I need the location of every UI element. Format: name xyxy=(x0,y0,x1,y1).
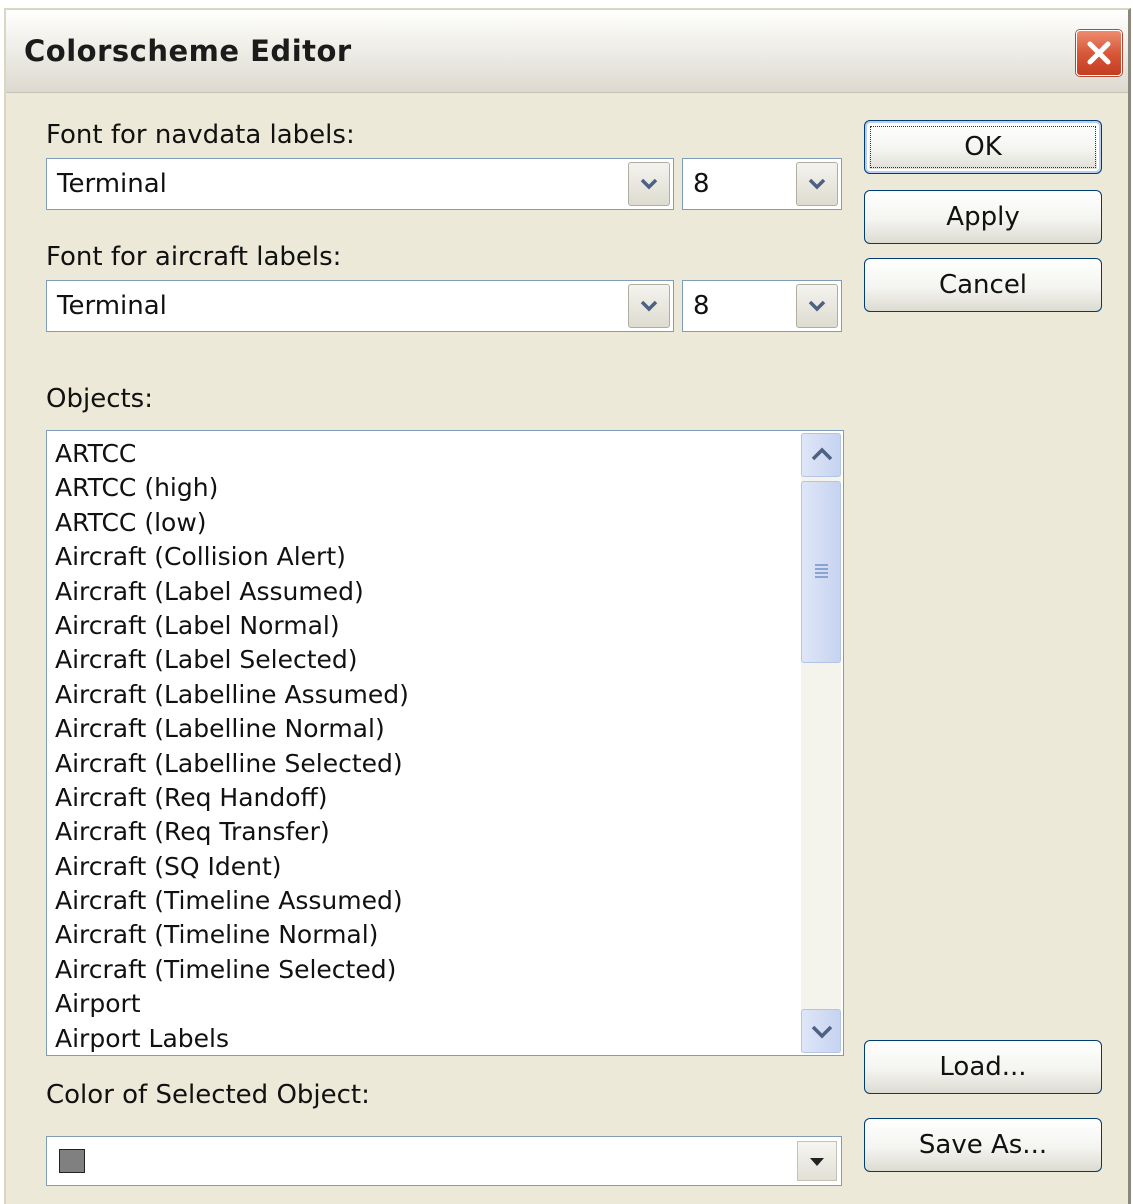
navdata-font-dropdown-button[interactable] xyxy=(628,162,670,206)
color-swatch xyxy=(59,1149,85,1173)
cancel-button[interactable]: Cancel xyxy=(864,258,1102,312)
title-bar[interactable]: Colorscheme Editor xyxy=(6,10,1128,93)
list-item[interactable]: Aircraft (Timeline Selected) xyxy=(55,953,795,987)
scroll-down-button[interactable] xyxy=(801,1009,841,1053)
grip-icon xyxy=(815,564,828,578)
focus-rect xyxy=(870,126,1096,168)
cancel-button-label: Cancel xyxy=(938,270,1028,300)
list-item[interactable]: Aircraft (Labelline Assumed) xyxy=(55,678,795,712)
aircraft-size-select[interactable]: 8 xyxy=(682,280,842,332)
colorscheme-editor-dialog: Colorscheme Editor Font for navdata labe… xyxy=(4,8,1131,1204)
list-item[interactable]: Airport Labels xyxy=(55,1022,795,1055)
list-item[interactable]: Aircraft (Labelline Selected) xyxy=(55,747,795,781)
navdata-font-value: Terminal xyxy=(57,169,167,199)
navdata-font-label: Font for navdata labels: xyxy=(46,120,355,150)
list-item[interactable]: Aircraft (Req Transfer) xyxy=(55,815,795,849)
navdata-size-dropdown-button[interactable] xyxy=(796,162,838,206)
chevron-down-icon xyxy=(811,1025,833,1039)
selected-color-label: Color of Selected Object: xyxy=(46,1080,370,1110)
list-item[interactable]: Aircraft (Label Selected) xyxy=(55,643,795,677)
apply-button-label: Apply xyxy=(946,202,1020,232)
navdata-size-value: 8 xyxy=(693,169,710,199)
chevron-down-icon xyxy=(808,300,826,312)
close-icon xyxy=(1087,41,1111,65)
close-button[interactable] xyxy=(1076,30,1122,76)
list-item[interactable]: ARTCC xyxy=(55,437,795,471)
save-as-button[interactable]: Save As... xyxy=(864,1118,1102,1172)
navdata-size-select[interactable]: 8 xyxy=(682,158,842,210)
ok-button[interactable]: OK xyxy=(864,120,1102,174)
navdata-font-select[interactable]: Terminal xyxy=(46,158,674,210)
dropdown-arrow-icon xyxy=(810,1158,824,1166)
list-item[interactable]: Aircraft (Label Assumed) xyxy=(55,575,795,609)
window-title: Colorscheme Editor xyxy=(24,34,352,68)
aircraft-size-dropdown-button[interactable] xyxy=(796,284,838,328)
scroll-up-button[interactable] xyxy=(801,433,841,477)
load-button[interactable]: Load... xyxy=(864,1040,1102,1094)
aircraft-font-dropdown-button[interactable] xyxy=(628,284,670,328)
list-item[interactable]: Aircraft (Req Handoff) xyxy=(55,781,795,815)
selected-color-dropdown-button[interactable] xyxy=(797,1141,837,1181)
aircraft-font-select[interactable]: Terminal xyxy=(46,280,674,332)
list-item[interactable]: Aircraft (Label Normal) xyxy=(55,609,795,643)
list-item[interactable]: Airport xyxy=(55,987,795,1021)
chevron-up-icon xyxy=(811,447,833,461)
aircraft-font-value: Terminal xyxy=(57,291,167,321)
objects-label: Objects: xyxy=(46,384,153,414)
apply-button[interactable]: Apply xyxy=(864,190,1102,244)
objects-list: ARTCC ARTCC (high) ARTCC (low) Aircraft (Co… xyxy=(55,437,795,1055)
list-item[interactable]: ARTCC (low) xyxy=(55,506,795,540)
save-as-button-label: Save As... xyxy=(918,1130,1048,1160)
objects-scrollbar[interactable] xyxy=(801,433,841,1053)
load-button-label: Load... xyxy=(939,1052,1027,1082)
list-item[interactable]: Aircraft (SQ Ident) xyxy=(55,850,795,884)
scroll-thumb[interactable] xyxy=(801,481,841,663)
objects-listbox[interactable]: ARTCC ARTCC (high) ARTCC (low) Aircraft (Co… xyxy=(46,430,844,1056)
aircraft-size-value: 8 xyxy=(693,291,710,321)
list-item[interactable]: Aircraft (Timeline Normal) xyxy=(55,918,795,952)
chevron-down-icon xyxy=(640,178,658,190)
list-item[interactable]: Aircraft (Labelline Normal) xyxy=(55,712,795,746)
list-item[interactable]: Aircraft (Timeline Assumed) xyxy=(55,884,795,918)
list-item[interactable]: ARTCC (high) xyxy=(55,471,795,505)
chevron-down-icon xyxy=(808,178,826,190)
chevron-down-icon xyxy=(640,300,658,312)
list-item[interactable]: Aircraft (Collision Alert) xyxy=(55,540,795,574)
selected-color-select[interactable] xyxy=(46,1136,842,1186)
aircraft-font-label: Font for aircraft labels: xyxy=(46,242,342,272)
